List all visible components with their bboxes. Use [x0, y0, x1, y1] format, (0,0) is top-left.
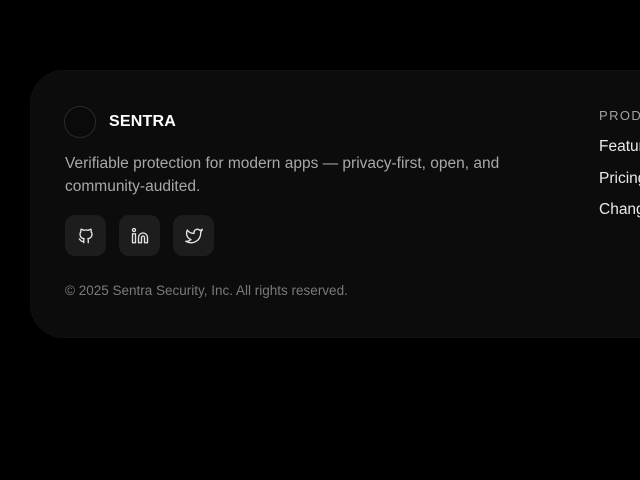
github-icon — [77, 227, 95, 245]
twitter-button[interactable] — [173, 215, 214, 256]
social-links — [65, 215, 227, 256]
brand-logo-icon — [64, 106, 96, 138]
linkedin-icon — [131, 227, 149, 245]
twitter-icon — [184, 227, 203, 245]
product-column-heading: PRODUCT — [599, 108, 640, 123]
footer-link-changelog[interactable]: Changelog — [599, 194, 640, 226]
linkedin-button[interactable] — [119, 215, 160, 256]
brand-name: SENTRA — [109, 113, 176, 130]
copyright-notice: © 2025 Sentra Security, Inc. All rights … — [65, 283, 348, 298]
site-footer: SENTRA Verifiable protection for modern … — [30, 70, 640, 338]
product-links-column: PRODUCT Features Pricing Changelog — [599, 108, 640, 226]
footer-link-pricing[interactable]: Pricing — [599, 163, 640, 195]
page: SENTRA Verifiable protection for modern … — [0, 0, 640, 480]
brand-tagline: Verifiable protection for modern apps — … — [65, 155, 500, 195]
brand[interactable]: SENTRA — [64, 106, 176, 138]
github-button[interactable] — [65, 215, 106, 256]
footer-link-features[interactable]: Features — [599, 131, 640, 163]
